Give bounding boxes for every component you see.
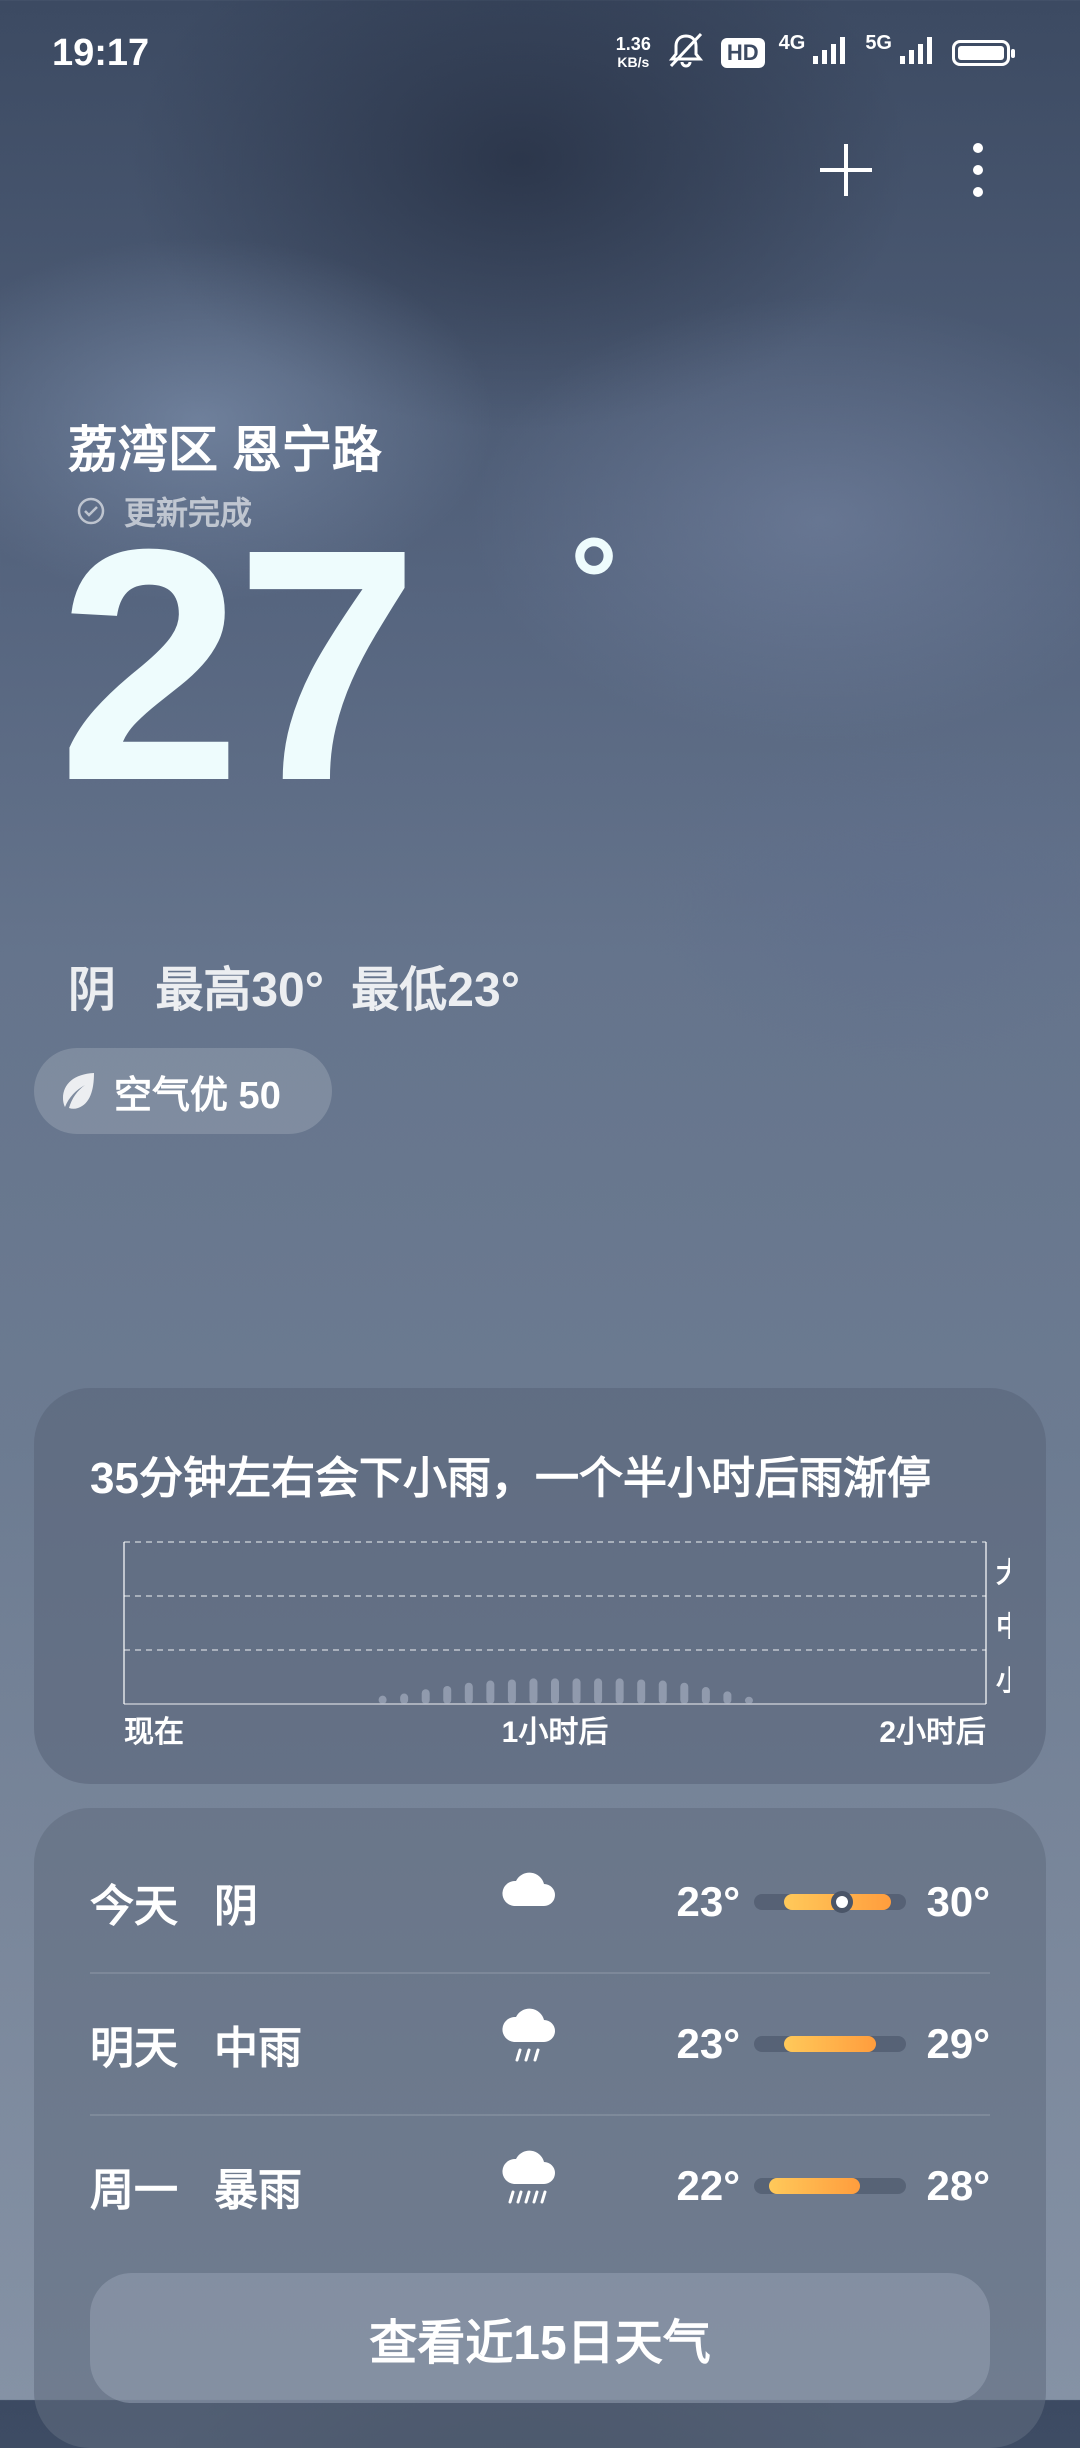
forecast-day: 周一 [90, 2166, 178, 2215]
rain-bar [680, 1682, 689, 1704]
air-quality-pill[interactable]: 空气优 50 [34, 1048, 332, 1134]
forecast-low: 23° [676, 2020, 740, 2067]
minute-rain-card[interactable]: 35分钟左右会下小雨，一个半小时后雨渐停 大中小 现在 1小时后 2小时后 [34, 1388, 1046, 1784]
daily-forecast-card: 今天阴 23° 30° 明天 中雨 23° 29° 周一 暴雨 22° 28° 查看近15日天气 [34, 1808, 1046, 2448]
mute-bell-icon [665, 30, 707, 75]
rain-bar [701, 1687, 710, 1704]
forecast-row[interactable]: 周一 暴雨 22° 28° [90, 2116, 990, 2256]
more-options-button[interactable] [938, 130, 1018, 210]
air-quality-label: 空气优 50 [114, 1074, 281, 1117]
hd-voice-badge: HD [720, 37, 765, 68]
rain-bar [378, 1695, 387, 1704]
rain-bar [507, 1679, 516, 1704]
rain-chart-svg: 大中小 现在 1小时后 2小时后 [123, 1541, 1024, 1749]
status-bar: 19:17 1.36 KB/s HD 4G 5G [0, 0, 1080, 110]
today-summary: 阴 最高30° 最低23° [68, 950, 546, 1020]
more-vertical-icon [973, 143, 983, 197]
rain-x-label: 现在 [124, 1716, 184, 1749]
rain-bar [637, 1679, 646, 1704]
forecast-high: 30° [926, 1878, 990, 1925]
view-15-day-button[interactable]: 查看近15日天气 [90, 2273, 990, 2403]
today-high: 最高30° [155, 964, 324, 1017]
location-name[interactable]: 荔湾区 恩宁路 [68, 410, 382, 482]
network-speed-value: 1.36 [615, 33, 651, 54]
rain-headline: 35分钟左右会下小雨，一个半小时后雨渐停 [90, 1454, 931, 1503]
status-time: 19:17 [52, 32, 150, 74]
forecast-row[interactable]: 今天阴 23° 30° [90, 1832, 990, 1972]
rain-y-label: 中 [996, 1611, 1010, 1642]
heavy-rain-cloud-icon [498, 2150, 558, 2217]
forecast-condition: 阴 [214, 1882, 258, 1931]
battery-icon [952, 39, 1015, 66]
today-low: 最低23° [351, 964, 520, 1017]
status-icons: 1.36 KB/s HD 4G 5G [616, 30, 1015, 75]
network-speed: 1.36 KB/s [616, 35, 651, 71]
rain-bar [658, 1680, 667, 1704]
rain-bar [594, 1678, 603, 1704]
rain-bar [744, 1696, 753, 1704]
signal-label-4g: 4G [778, 32, 806, 54]
rain-y-label: 小 [996, 1665, 1010, 1696]
rain-bar [615, 1678, 624, 1704]
plus-icon [820, 144, 872, 196]
network-speed-unit: KB/s [617, 53, 650, 70]
rain-bar [400, 1693, 409, 1704]
rain-bar [529, 1678, 538, 1704]
forecast-condition: 中雨 [214, 2024, 302, 2073]
temperature-range-fill [784, 2036, 876, 2052]
rain-bar [464, 1682, 473, 1704]
rain-bar [486, 1680, 495, 1704]
rain-bar [551, 1678, 559, 1704]
rain-x-label: 2小时后 [879, 1716, 986, 1749]
forecast-low: 23° [676, 1878, 740, 1925]
rain-x-label: 1小时后 [502, 1716, 609, 1749]
rain-bar [572, 1678, 581, 1704]
forecast-high: 28° [926, 2162, 990, 2209]
forecast-day: 明天 [90, 2024, 178, 2073]
current-condition: 阴 [68, 964, 117, 1017]
forecast-low: 22° [676, 2162, 740, 2209]
forecast-high: 29° [926, 2020, 990, 2067]
current-temp-marker [831, 1891, 854, 1913]
signal-label-5g: 5G [865, 32, 892, 54]
rain-cloud-icon [498, 2008, 558, 2075]
rain-bar [421, 1689, 430, 1704]
rain-bar [723, 1691, 732, 1704]
rain-chart: 大中小 现在 1小时后 2小时后 [90, 1534, 1024, 1779]
rain-y-label: 大 [996, 1557, 1010, 1588]
add-city-button[interactable] [806, 130, 886, 210]
temperature-degree-symbol: ° [570, 513, 618, 647]
leaf-icon [63, 1073, 94, 1109]
current-temperature: 27 [58, 480, 419, 849]
forecast-row[interactable]: 明天 中雨 23° 29° [90, 1974, 990, 2114]
forecast-condition: 暴雨 [214, 2166, 302, 2215]
signal-bars-icon-2 [898, 34, 938, 71]
signal-bars-icon [811, 34, 851, 71]
temperature-range-fill [769, 2178, 861, 2194]
cloud-icon [498, 1866, 558, 1919]
rain-bar [443, 1685, 452, 1704]
forecast-day: 今天 [90, 1882, 178, 1931]
